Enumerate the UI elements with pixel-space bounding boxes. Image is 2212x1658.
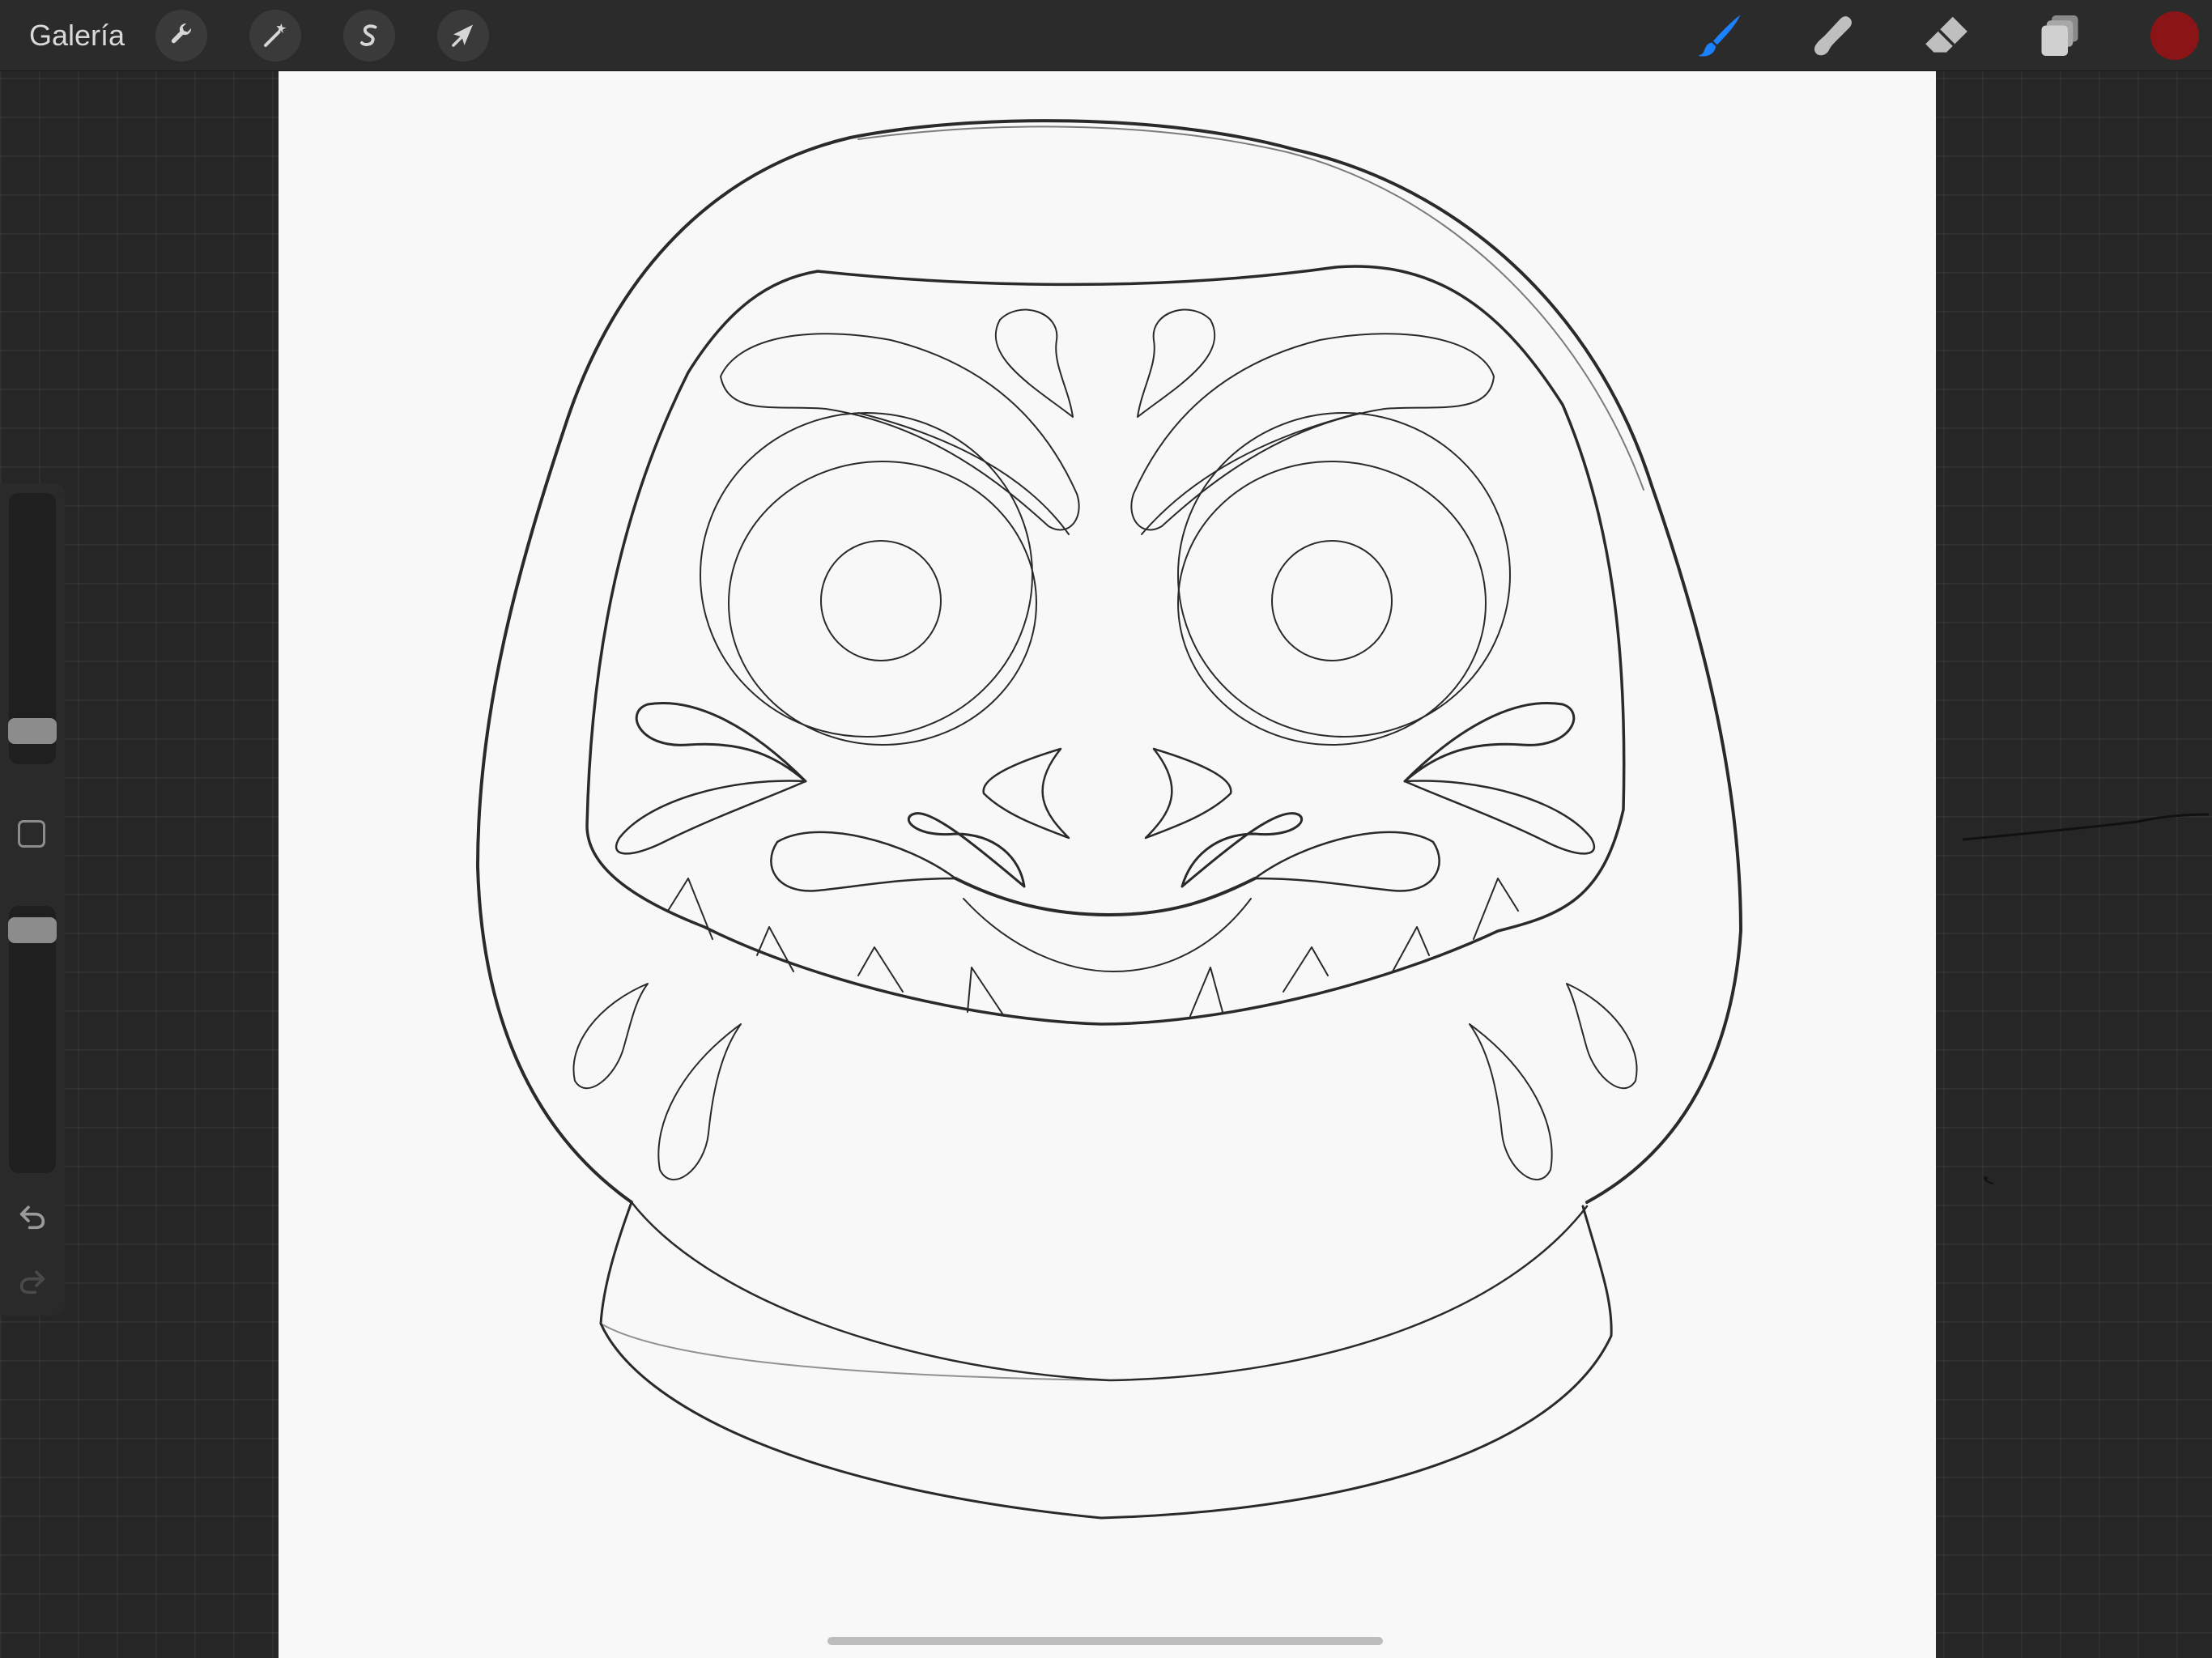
brush-opacity-handle[interactable]: [8, 917, 57, 943]
eraser-tool-button[interactable]: [1919, 8, 1974, 63]
brush-size-handle[interactable]: [8, 718, 57, 744]
modify-button[interactable]: [18, 820, 45, 848]
top-toolbar: Galería: [0, 0, 2212, 71]
selection-button[interactable]: [343, 10, 395, 62]
wrench-icon: [171, 23, 192, 44]
adjustments-button[interactable]: [249, 10, 301, 62]
brush-tool-button[interactable]: [1692, 8, 1747, 63]
actions-button[interactable]: [155, 10, 207, 62]
arrow-cursor-icon: [452, 24, 473, 47]
magic-wand-icon: [264, 23, 287, 47]
layers-icon: [2041, 15, 2078, 56]
brush-icon: [1698, 15, 1741, 57]
selection-s-icon: [360, 24, 377, 46]
eraser-icon: [1925, 16, 1967, 53]
daruma-sketch: [476, 119, 1742, 1520]
drawing-canvas[interactable]: [279, 71, 1936, 1658]
undo-icon: [19, 1205, 45, 1230]
smudge-finger-icon: [1814, 16, 1852, 56]
redo-icon: [19, 1270, 45, 1295]
layers-button[interactable]: [2032, 8, 2087, 63]
left-sidebar: [0, 483, 65, 1316]
brush-opacity-slider[interactable]: [8, 906, 57, 1173]
gallery-button[interactable]: Galería: [29, 15, 125, 57]
brush-size-slider[interactable]: [8, 493, 57, 764]
undo-button[interactable]: [13, 1197, 52, 1236]
home-indicator[interactable]: [827, 1637, 1383, 1645]
smudge-tool-button[interactable]: [1806, 8, 1861, 63]
redo-button[interactable]: [13, 1262, 52, 1301]
transform-button[interactable]: [437, 10, 489, 62]
color-picker-button[interactable]: [2150, 11, 2199, 60]
